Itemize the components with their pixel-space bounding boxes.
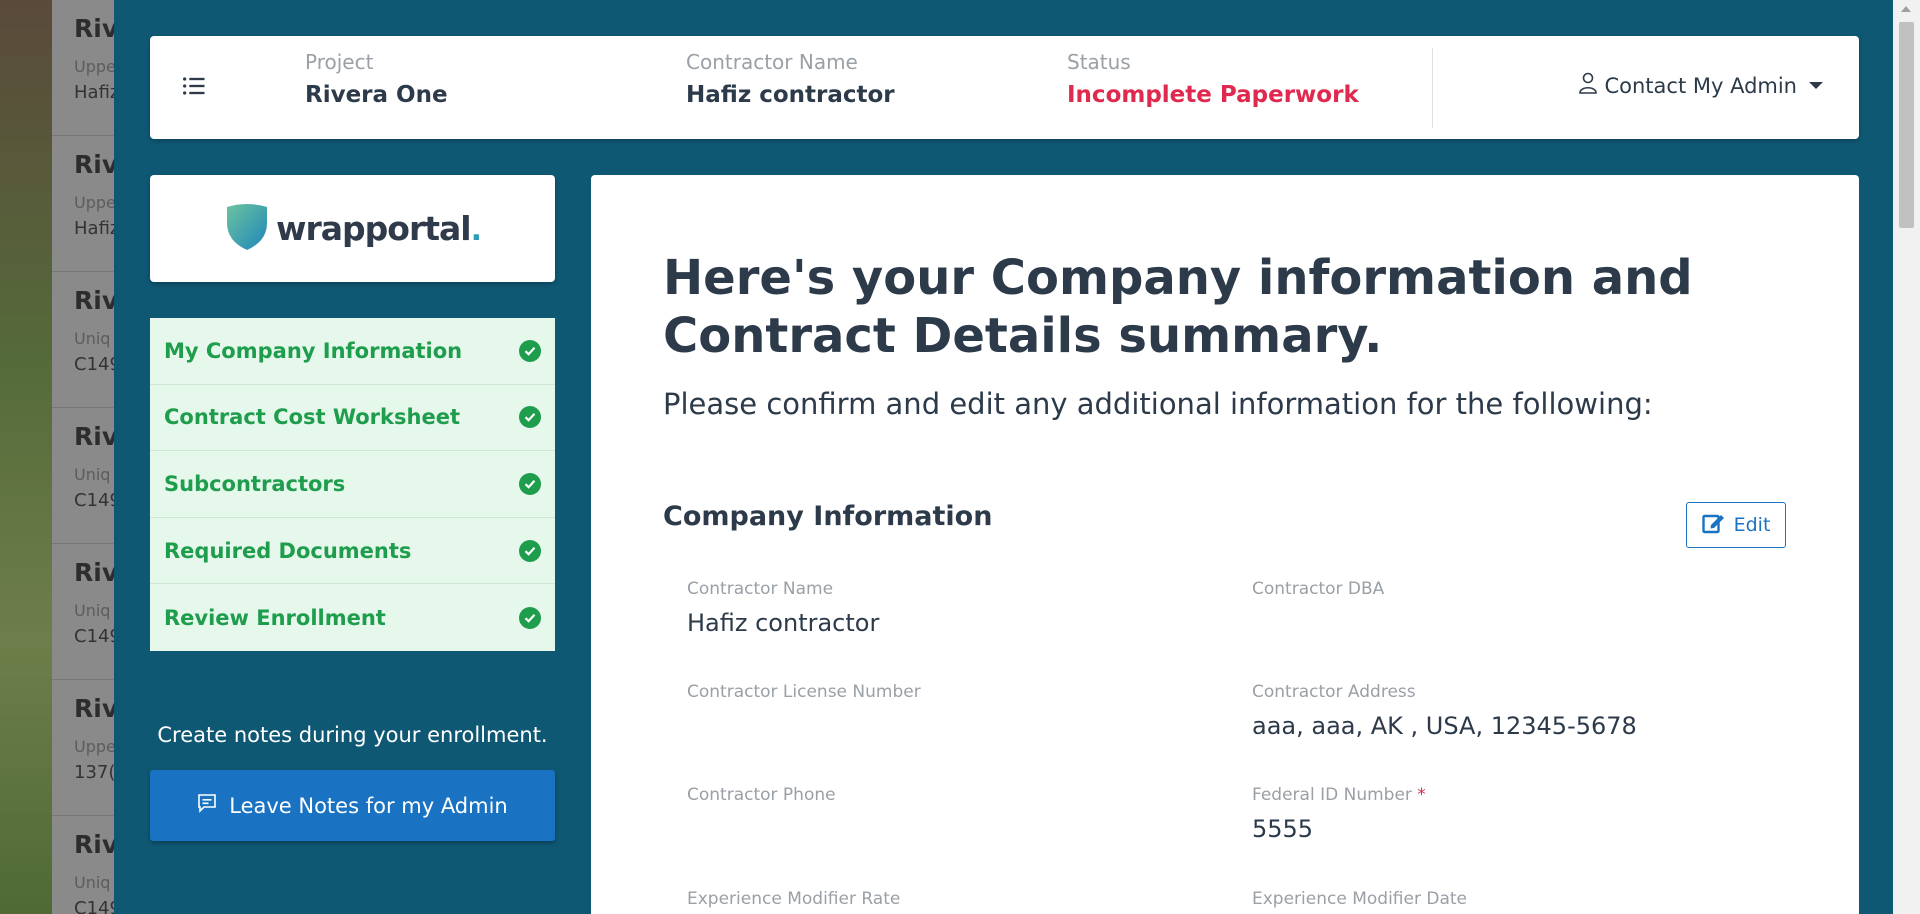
contractor-label: Contractor Name xyxy=(686,50,858,74)
leave-notes-label: Leave Notes for my Admin xyxy=(229,793,508,818)
edit-label: Edit xyxy=(1733,514,1771,536)
leave-notes-button[interactable]: Leave Notes for my Admin xyxy=(150,770,555,841)
field-federal-id: Federal ID Number * 5555 xyxy=(1252,785,1426,843)
comment-icon xyxy=(197,793,217,818)
wrapportal-shield-icon xyxy=(224,203,270,255)
list-menu-icon[interactable] xyxy=(180,72,208,100)
check-circle-icon xyxy=(519,539,541,562)
project-info: Project Rivera One xyxy=(305,50,448,108)
field-contractor-phone: Contractor Phone xyxy=(687,785,836,805)
step-contract-cost-worksheet[interactable]: Contract Cost Worksheet xyxy=(150,385,555,452)
step-review-enrollment[interactable]: Review Enrollment xyxy=(150,584,555,651)
check-circle-icon xyxy=(519,339,541,362)
required-marker: * xyxy=(1417,785,1426,805)
logo-text: wrapportal. xyxy=(276,209,482,248)
contact-admin-label: Contact My Admin xyxy=(1604,73,1797,98)
status-info: Status Incomplete Paperwork xyxy=(1067,50,1359,108)
header-bar: Project Rivera One Contractor Name Hafiz… xyxy=(150,36,1859,139)
project-value: Rivera One xyxy=(305,82,448,108)
section-title: Company Information xyxy=(663,501,993,532)
contractor-value: Hafiz contractor xyxy=(686,82,895,108)
caret-down-icon xyxy=(1809,82,1823,89)
field-exp-mod-date: Experience Modifier Date xyxy=(1252,889,1467,909)
main-content-card: Here's your Company information and Cont… xyxy=(591,175,1859,914)
field-contractor-address: Contractor Address aaa, aaa, AK , USA, 1… xyxy=(1252,682,1637,740)
field-exp-mod-rate: Experience Modifier Rate xyxy=(687,889,901,909)
notes-prompt: Create notes during your enrollment. xyxy=(157,723,548,747)
field-contractor-dba: Contractor DBA xyxy=(1252,579,1385,599)
check-circle-icon xyxy=(519,606,541,629)
status-label: Status xyxy=(1067,50,1131,74)
page-subtitle: Please confirm and edit any additional i… xyxy=(663,387,1653,421)
page-scrollbar[interactable] xyxy=(1893,0,1920,914)
contact-admin-dropdown[interactable]: Contact My Admin xyxy=(1578,72,1823,99)
scrollbar-thumb[interactable] xyxy=(1899,22,1914,228)
step-my-company-information[interactable]: My Company Information xyxy=(150,318,555,385)
status-value: Incomplete Paperwork xyxy=(1067,82,1359,108)
divider xyxy=(1432,48,1433,128)
step-subcontractors[interactable]: Subcontractors xyxy=(150,451,555,518)
scroll-up-arrow-icon[interactable] xyxy=(1901,6,1911,12)
logo-card: wrapportal. xyxy=(150,175,555,282)
field-contractor-name: Contractor Name Hafiz contractor xyxy=(687,579,880,637)
page-title: Here's your Company information and Cont… xyxy=(663,250,1693,364)
project-label: Project xyxy=(305,50,374,74)
user-icon xyxy=(1578,72,1598,99)
enrollment-steps: My Company Information Contract Cost Wor… xyxy=(150,318,555,651)
field-license-number: Contractor License Number xyxy=(687,682,921,702)
check-circle-icon xyxy=(519,406,541,429)
edit-button[interactable]: Edit xyxy=(1686,502,1786,548)
check-circle-icon xyxy=(519,472,541,495)
edit-icon xyxy=(1701,512,1726,539)
step-required-documents[interactable]: Required Documents xyxy=(150,518,555,585)
contractor-info: Contractor Name Hafiz contractor xyxy=(686,50,895,108)
